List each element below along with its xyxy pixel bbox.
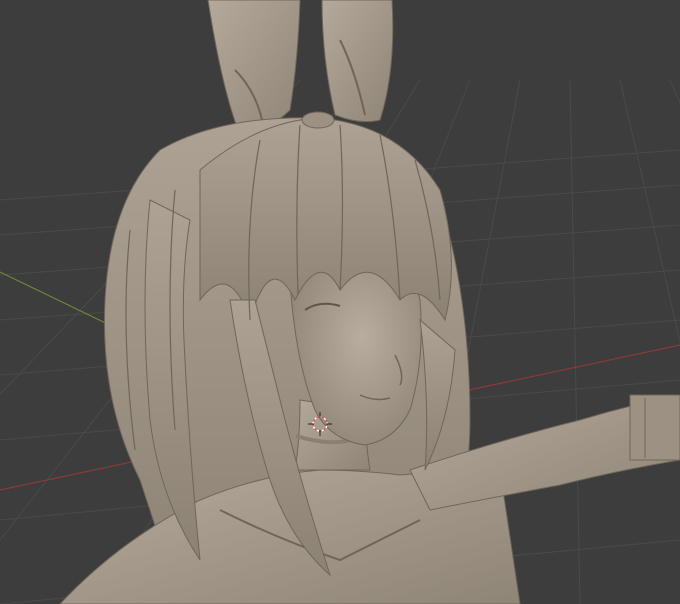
arm-cuff (629, 394, 680, 461)
character-model[interactable] (59, 0, 680, 604)
hair-tie (301, 111, 335, 129)
left-bunny-ear (207, 0, 301, 136)
viewport-canvas[interactable] (0, 0, 680, 604)
y-axis-line (0, 271, 121, 331)
right-bunny-ear (321, 0, 394, 123)
3d-viewport[interactable] (0, 0, 680, 604)
